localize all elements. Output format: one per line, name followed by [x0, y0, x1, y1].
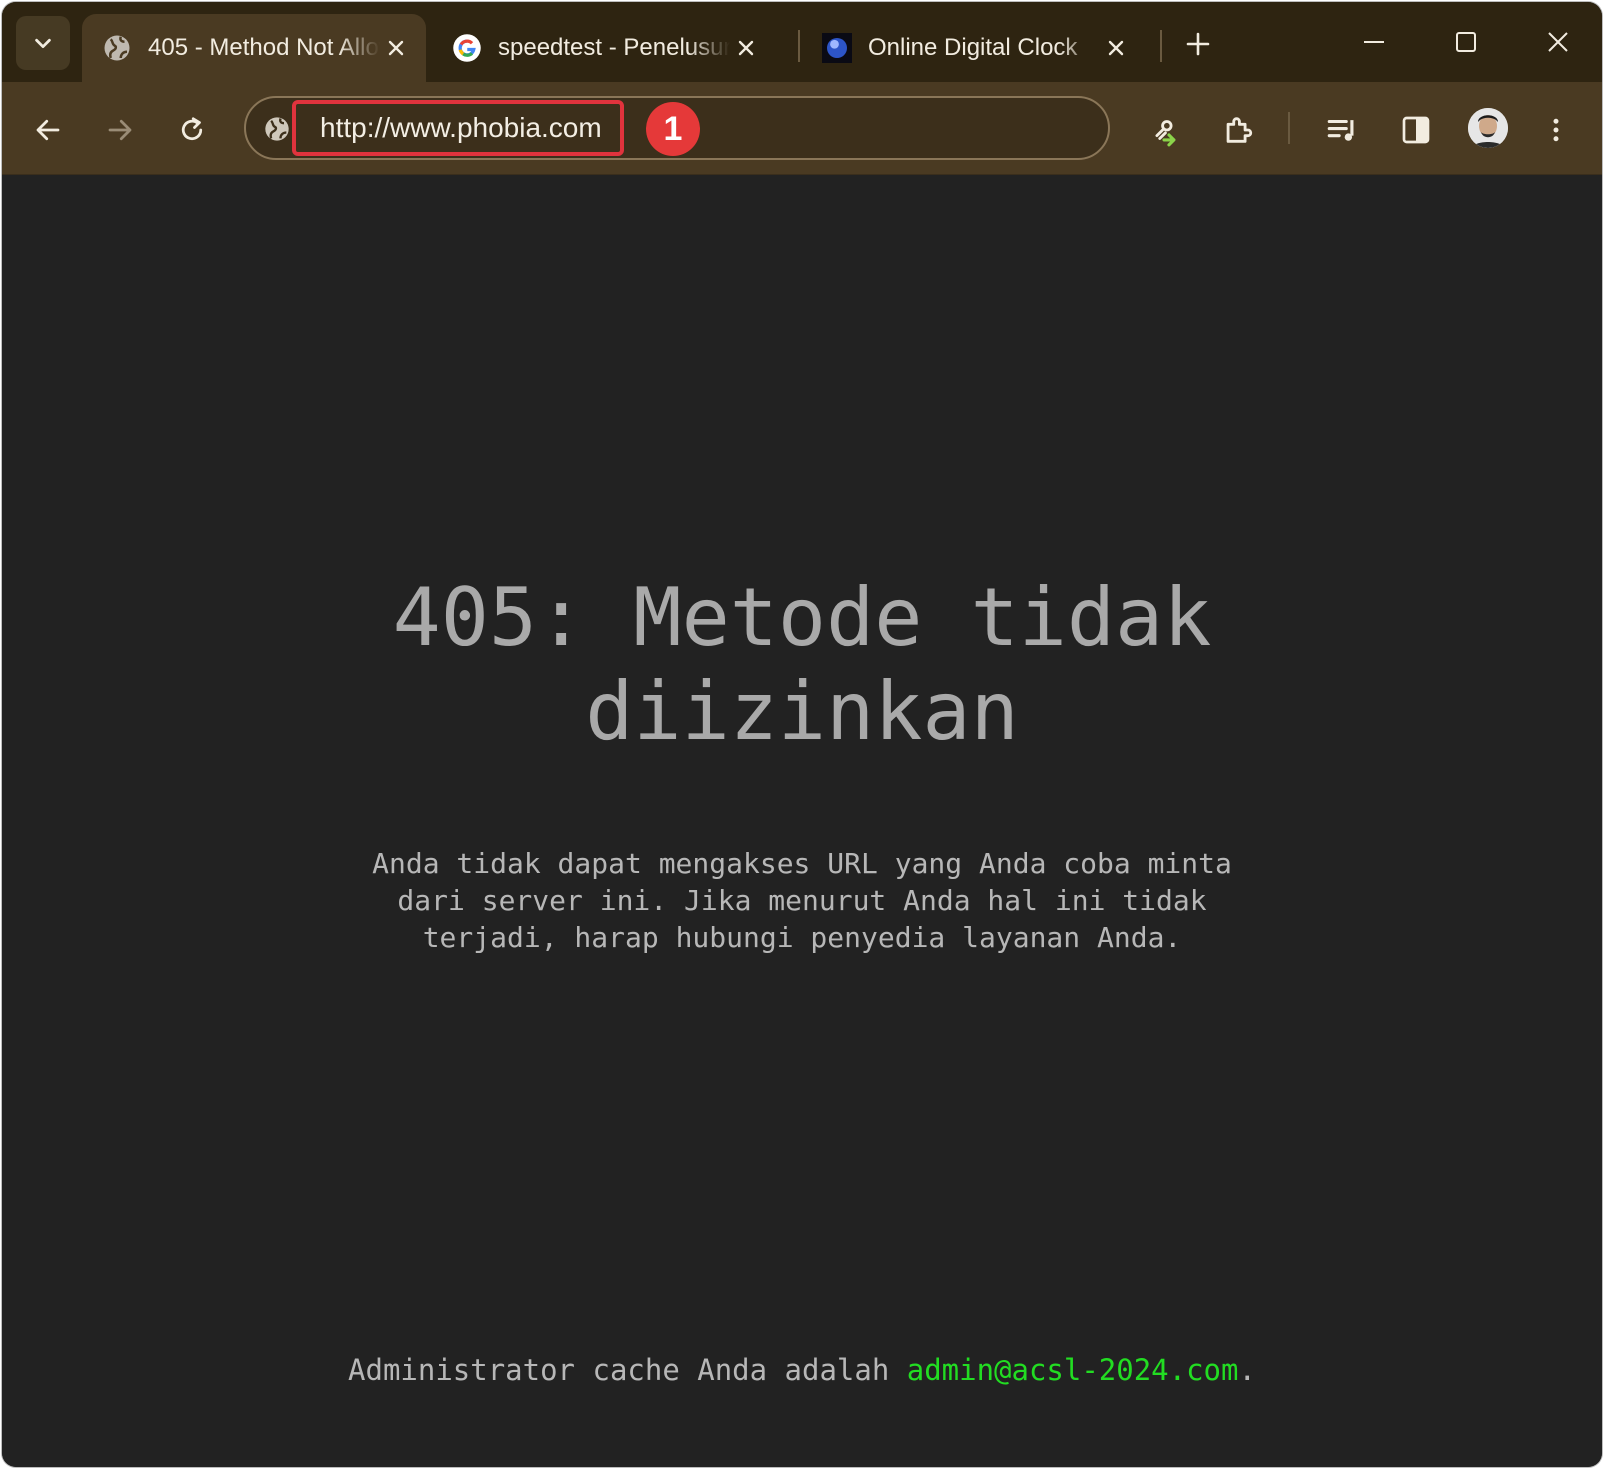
globe-icon: [102, 33, 132, 63]
tab-online-digital-clock[interactable]: Online Digital Clock: [802, 14, 1146, 82]
arrow-left-icon: [36, 119, 60, 141]
footer-period: .: [1238, 1353, 1256, 1387]
browser-window: 405 - Method Not Allowed speedtest - Pen…: [2, 2, 1602, 1467]
arrow-right-icon: [108, 119, 132, 141]
admin-email-link[interactable]: admin@acsl-2024.com: [907, 1353, 1239, 1387]
avatar-icon: [1468, 108, 1508, 148]
maximize-button[interactable]: [1444, 20, 1488, 64]
back-button[interactable]: [24, 106, 72, 154]
tab-speedtest[interactable]: speedtest - Penelusuran Google: [432, 14, 776, 82]
browser-toolbar: http://www.phobia.com 1: [2, 82, 1602, 175]
tab-405-method-not-allowed[interactable]: 405 - Method Not Allowed: [82, 14, 426, 82]
toolbar-separator: [1288, 112, 1290, 144]
step-badge: 1: [646, 102, 700, 156]
extensions-menu-button[interactable]: [1214, 106, 1262, 154]
forward-button[interactable]: [96, 106, 144, 154]
tab-title: 405 - Method Not Allowed: [148, 34, 380, 61]
url-text[interactable]: http://www.phobia.com: [320, 112, 602, 144]
close-icon: [1548, 32, 1568, 52]
chevron-down-icon: [35, 38, 51, 49]
more-vertical-icon: [1553, 118, 1559, 142]
error-message: Anda tidak dapat mengakses URL yang Anda…: [372, 847, 1232, 954]
site-info-globe-icon[interactable]: [260, 112, 294, 146]
minimize-icon: [1364, 41, 1384, 43]
address-bar[interactable]: http://www.phobia.com 1: [244, 96, 1110, 160]
side-panel-icon: [1402, 116, 1430, 144]
reload-button[interactable]: [168, 106, 216, 154]
tab-title: speedtest - Penelusuran Google: [498, 34, 730, 61]
side-panel-button[interactable]: [1392, 106, 1440, 154]
tab-separator: [798, 30, 800, 62]
tab-close-icon[interactable]: [380, 32, 412, 64]
tab-search-button[interactable]: [16, 16, 70, 70]
close-window-button[interactable]: [1536, 20, 1580, 64]
browser-menu-button[interactable]: [1532, 106, 1580, 154]
maximize-icon: [1456, 32, 1476, 52]
extension-link-icon: [1155, 120, 1176, 147]
new-tab-button[interactable]: [1178, 24, 1218, 64]
tab-strip: 405 - Method Not Allowed speedtest - Pen…: [2, 2, 1602, 82]
tab-separator: [1160, 30, 1162, 62]
profile-avatar[interactable]: [1468, 108, 1508, 148]
reload-icon: [181, 117, 203, 141]
tab-title: Online Digital Clock: [868, 34, 1078, 61]
minimize-button[interactable]: [1352, 20, 1396, 64]
error-footer: Administrator cache Anda adalah admin@ac…: [2, 1353, 1602, 1387]
error-title: 405: Metode tidak diizinkan: [392, 571, 1212, 758]
page-content: 405: Metode tidak diizinkan Anda tidak d…: [2, 175, 1602, 1467]
tab-close-icon[interactable]: [1100, 32, 1132, 64]
extension-button[interactable]: [1140, 106, 1188, 154]
google-icon: [452, 33, 482, 63]
url-highlight-box: http://www.phobia.com: [292, 100, 624, 156]
playlist-music-icon: [1327, 119, 1354, 141]
media-control-button[interactable]: [1318, 106, 1366, 154]
tab-close-icon[interactable]: [730, 32, 762, 64]
clock-site-icon: [822, 33, 852, 63]
plus-icon: [1186, 32, 1210, 56]
puzzle-icon: [1226, 117, 1253, 143]
footer-text: Administrator cache Anda adalah: [348, 1353, 907, 1387]
